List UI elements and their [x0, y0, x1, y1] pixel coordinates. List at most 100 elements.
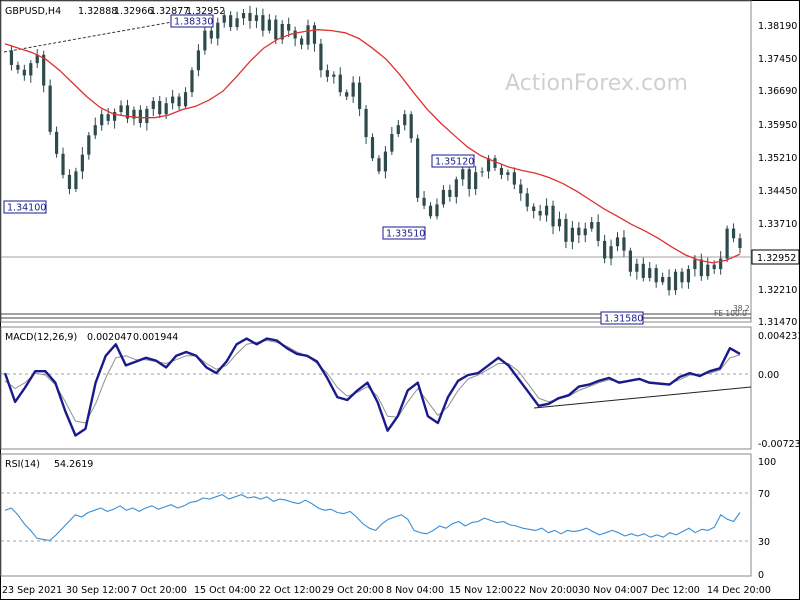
x-label-2: 30 Sep 12:00 — [66, 585, 129, 596]
candle-body — [428, 205, 433, 217]
candle-body — [693, 259, 697, 270]
candle-body — [241, 13, 246, 19]
candle-body — [145, 108, 149, 123]
candle-body — [293, 30, 297, 39]
candle-body — [603, 240, 607, 259]
x-label-10: 30 Nov 04:00 — [578, 585, 642, 596]
x-label-5: 22 Oct 12:00 — [259, 585, 321, 596]
price-title: GBPUSD,H4 — [5, 6, 61, 17]
macd-tick-bottom: -0.00723 — [758, 439, 800, 450]
candle-body — [731, 228, 736, 239]
macd-tick-zero: 0.00 — [758, 370, 779, 381]
candle-body — [461, 169, 465, 180]
candle-body — [222, 15, 226, 23]
candle-body — [583, 228, 587, 236]
candle-body — [486, 158, 491, 172]
macd-header: MACD(12,26,9) 0.002047 0.001944 — [5, 332, 178, 343]
candle-body — [261, 15, 265, 31]
candle-body — [190, 70, 194, 93]
candle-body — [80, 154, 84, 172]
candle-body — [706, 264, 710, 277]
price-tick-4: 1.35950 — [758, 120, 797, 131]
candle-body — [493, 158, 497, 168]
candle-body — [622, 237, 626, 251]
candle-body — [364, 108, 368, 138]
macd-tick-top: 0.004231 — [758, 331, 800, 342]
candle-body — [229, 15, 233, 28]
rsi-title: RSI(14) — [5, 459, 40, 470]
candle-body — [467, 169, 471, 189]
candle-body — [454, 179, 458, 197]
candle-body — [196, 50, 201, 71]
candle-body — [171, 96, 175, 104]
candle-body — [699, 259, 703, 277]
candle-body — [209, 30, 213, 39]
candle-body — [448, 189, 452, 197]
macd-signal-value: 0.001944 — [133, 332, 178, 343]
candle-body — [54, 131, 59, 154]
candle-body — [106, 114, 110, 121]
candle-body — [338, 74, 342, 93]
rsi-panel — [0, 453, 752, 577]
candle-body — [332, 74, 336, 77]
candle-body — [525, 193, 529, 207]
rsi-tick-30: 30 — [758, 537, 770, 548]
annotation-2-label: 1.34100 — [7, 203, 46, 214]
chart-root: ActionForex.com GBPUSD,H4 1.32888 1.3296… — [0, 0, 800, 600]
candle-body — [325, 70, 329, 77]
candle-body — [615, 237, 620, 247]
candle-body — [519, 184, 523, 194]
x-label-3: 7 Oct 20:00 — [131, 585, 187, 596]
candle-body — [480, 171, 484, 173]
candle-body — [570, 227, 574, 242]
price-tick-2: 1.37450 — [758, 54, 797, 65]
x-label-4: 15 Oct 04:00 — [194, 585, 256, 596]
candle-body — [641, 263, 645, 278]
candle-body — [609, 246, 613, 259]
candle-body — [306, 25, 310, 45]
annotation-1-label: 1.38330 — [174, 17, 213, 28]
candle-body — [93, 125, 97, 136]
candle-body — [177, 96, 181, 107]
x-axis: 23 Sep 2021 30 Sep 12:00 7 Oct 20:00 15 … — [2, 585, 771, 596]
candle-body — [577, 227, 581, 236]
candle-body — [667, 277, 671, 291]
candle-body — [158, 101, 162, 115]
candle-body — [628, 250, 632, 272]
rsi-tick-100: 100 — [758, 457, 776, 468]
candle-body — [216, 22, 220, 39]
price-tick-3: 1.36690 — [758, 86, 797, 97]
candle-body — [538, 211, 542, 216]
candle-body — [9, 50, 14, 65]
x-label-6: 29 Oct 20:00 — [322, 585, 384, 596]
candle-body — [544, 205, 549, 216]
candle-body — [100, 114, 104, 126]
candle-body — [267, 19, 271, 31]
price-tick-5: 1.35210 — [758, 153, 797, 164]
candle-body — [61, 153, 65, 175]
last-price-label: 1.32952 — [757, 253, 796, 264]
fe-level-label: FE 100.0 — [714, 309, 747, 318]
candle-body — [203, 30, 207, 51]
candle-body — [686, 269, 691, 283]
candle-body — [712, 264, 716, 270]
candle-body — [319, 43, 323, 71]
rsi-tick-70: 70 — [758, 489, 770, 500]
candle-body — [725, 228, 729, 259]
candle-body — [596, 222, 600, 241]
candle-body — [67, 174, 72, 189]
x-label-1: 23 Sep 2021 — [2, 585, 62, 596]
candle-body — [738, 238, 742, 248]
candle-body — [299, 38, 304, 45]
candle-body — [422, 197, 426, 206]
candle-body — [151, 101, 155, 109]
price-tick-7: 1.33710 — [758, 219, 797, 230]
candle-body — [358, 82, 362, 109]
candle-body — [648, 268, 652, 278]
x-label-11: 7 Dec 12:00 — [642, 585, 700, 596]
candle-body — [235, 18, 239, 28]
annotation-5-label: 1.31580 — [604, 314, 643, 325]
ohlc-high: 1.32966 — [114, 6, 153, 17]
chart-canvas: ActionForex.com GBPUSD,H4 1.32888 1.3296… — [0, 0, 800, 600]
annotation-4-label: 1.33510 — [386, 229, 425, 240]
